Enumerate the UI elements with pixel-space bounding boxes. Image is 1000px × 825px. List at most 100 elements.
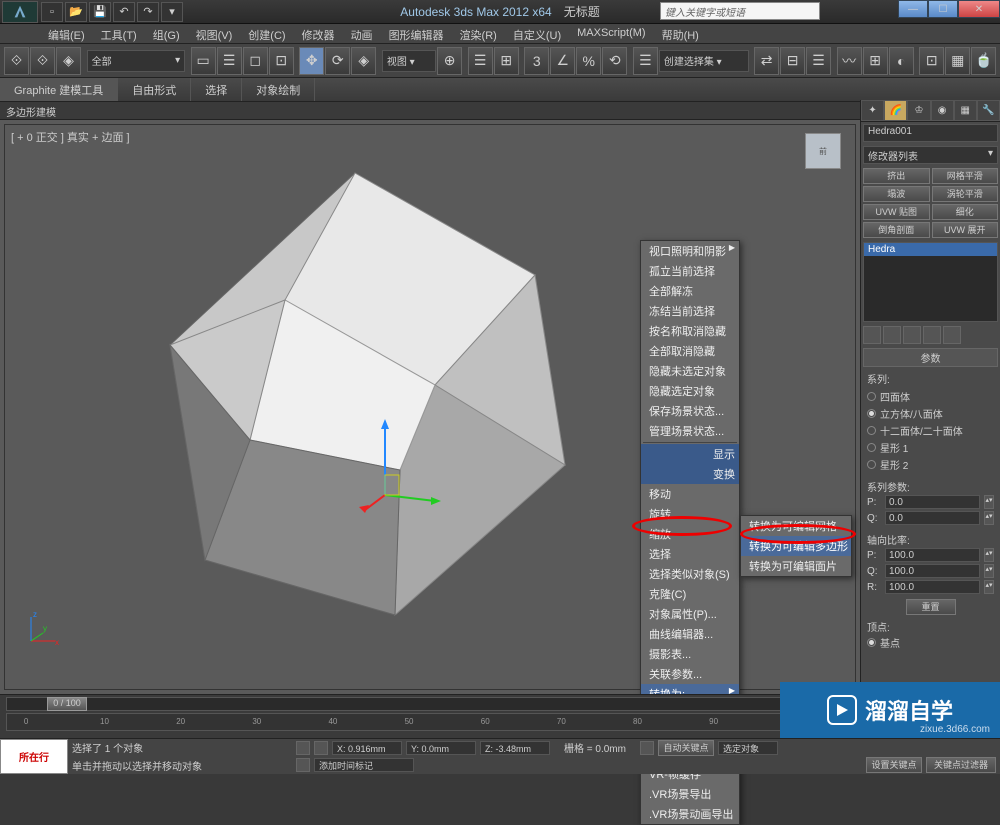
transform-gizmo[interactable]: [355, 415, 445, 515]
tb-spinsnap[interactable]: ⟲: [602, 47, 627, 75]
mod-collapse[interactable]: 塌波: [863, 186, 930, 202]
coord-y[interactable]: Y: 0.0mm: [406, 741, 476, 755]
qat-redo[interactable]: ↷: [137, 2, 159, 22]
menu-help[interactable]: 帮助(H): [654, 24, 707, 43]
coord-z[interactable]: Z: -3.48mm: [480, 741, 550, 755]
time-ruler[interactable]: 0102030 40506070 8090100: [6, 713, 854, 731]
ctx-hide-unsel[interactable]: 隐藏未选定对象: [641, 361, 739, 381]
menu-maxscript[interactable]: MAXScript(M): [569, 24, 653, 43]
menu-customize[interactable]: 自定义(U): [505, 24, 569, 43]
tb-select[interactable]: ▭: [191, 47, 216, 75]
absolute-icon[interactable]: [314, 741, 328, 755]
tb-rotate[interactable]: ⟳: [325, 47, 350, 75]
ctx-viewport-lighting[interactable]: 视口照明和阴影: [641, 241, 739, 261]
stack-hedra[interactable]: Hedra: [864, 243, 997, 256]
coord-x[interactable]: X: 0.916mm: [332, 741, 402, 755]
tb-schematic[interactable]: ⊞: [863, 47, 888, 75]
mod-bevel[interactable]: 倒角剖面: [863, 222, 930, 238]
param-p[interactable]: 0.0: [885, 495, 980, 509]
stack-config[interactable]: [943, 326, 961, 344]
time-slider-thumb[interactable]: 0 / 100: [47, 697, 87, 711]
setkey-button[interactable]: 设置关键点: [866, 757, 922, 773]
tb-align[interactable]: ⊟: [780, 47, 805, 75]
rollout-parameters[interactable]: 参数: [863, 348, 998, 367]
menu-edit[interactable]: 编辑(E): [40, 24, 93, 43]
tb-selname[interactable]: ☰: [217, 47, 242, 75]
tb-bind[interactable]: ◈: [56, 47, 81, 75]
ctx-unhide-name[interactable]: 按名称取消隐藏: [641, 321, 739, 341]
axis-q[interactable]: 100.0: [885, 564, 980, 578]
add-marker[interactable]: 添加时间标记: [314, 758, 414, 772]
qat-new[interactable]: ▫: [41, 2, 63, 22]
tb-selrect[interactable]: ◻: [243, 47, 268, 75]
cp-tab-utilities[interactable]: 🔧: [977, 100, 1000, 121]
stack-unique[interactable]: [903, 326, 921, 344]
menu-animation[interactable]: 动画: [343, 24, 381, 43]
vertex-basic[interactable]: 基点: [867, 634, 994, 651]
ctx-isolate[interactable]: 孤立当前选择: [641, 261, 739, 281]
mod-extrude[interactable]: 挤出: [863, 168, 930, 184]
tb-manip[interactable]: ☰: [468, 47, 493, 75]
convert-poly[interactable]: 转换为可编辑多边形: [741, 536, 851, 556]
stack-showend[interactable]: [883, 326, 901, 344]
family-cube[interactable]: 立方体/八面体: [867, 405, 994, 422]
tb-asnap[interactable]: ∠: [550, 47, 575, 75]
app-menu-icon[interactable]: [2, 1, 38, 23]
ctx-dope-sheet[interactable]: 摄影表...: [641, 644, 739, 664]
ribbon-tab-paint[interactable]: 对象绘制: [242, 78, 315, 101]
script-status[interactable]: 所在行: [0, 739, 68, 774]
cp-tab-display[interactable]: ▦: [954, 100, 977, 121]
tb-mirror[interactable]: ⇄: [754, 47, 779, 75]
convert-patch[interactable]: 转换为可编辑面片: [741, 556, 851, 576]
param-q[interactable]: 0.0: [885, 511, 980, 525]
family-star1[interactable]: 星形 1: [867, 439, 994, 456]
cp-tab-modify[interactable]: 🌈: [884, 100, 907, 121]
menu-group[interactable]: 组(G): [145, 24, 188, 43]
stack-remove[interactable]: [923, 326, 941, 344]
object-name-field[interactable]: Hedra001: [863, 124, 998, 142]
qat-undo[interactable]: ↶: [113, 2, 135, 22]
tb-window[interactable]: ⊡: [269, 47, 294, 75]
menu-modifiers[interactable]: 修改器: [294, 24, 343, 43]
tb-keymode[interactable]: ⊞: [494, 47, 519, 75]
tb-link[interactable]: ⟐: [4, 47, 29, 75]
tb-psnap[interactable]: %: [576, 47, 601, 75]
help-search[interactable]: 键入关键字或短语: [660, 2, 820, 20]
axis-p[interactable]: 100.0: [885, 548, 980, 562]
mod-uvwmap[interactable]: UVW 贴图: [863, 204, 930, 220]
named-selset[interactable]: 创建选择集 ▾: [659, 50, 749, 72]
ctx-move[interactable]: 移动: [641, 484, 739, 504]
tb-namedsel[interactable]: ☰: [633, 47, 658, 75]
tb-render[interactable]: 🍵: [971, 47, 996, 75]
key-icon[interactable]: [640, 741, 654, 755]
tb-material[interactable]: ◐: [889, 47, 914, 75]
menu-graph[interactable]: 图形编辑器: [381, 24, 452, 43]
axis-r[interactable]: 100.0: [885, 580, 980, 594]
qat-more[interactable]: ▾: [161, 2, 183, 22]
mod-unwrap[interactable]: UVW 展开: [932, 222, 999, 238]
family-dodeca[interactable]: 十二面体/二十面体: [867, 422, 994, 439]
cp-tab-motion[interactable]: ◉: [931, 100, 954, 121]
ctx-rotate[interactable]: 旋转: [641, 504, 739, 524]
viewcube[interactable]: 前: [805, 133, 841, 169]
autokey-button[interactable]: 自动关键点: [658, 740, 714, 756]
tb-move[interactable]: ✥: [299, 47, 324, 75]
ctx-freeze[interactable]: 冻结当前选择: [641, 301, 739, 321]
mod-meshsmooth[interactable]: 网格平滑: [932, 168, 999, 184]
qat-open[interactable]: 📂: [65, 2, 87, 22]
tb-scale[interactable]: ◈: [351, 47, 376, 75]
mod-turbosmooth[interactable]: 涡轮平滑: [932, 186, 999, 202]
ctx-vr-scene-anim[interactable]: .VR场景动画导出: [641, 804, 739, 824]
tb-rendsetup[interactable]: ⊡: [919, 47, 944, 75]
reset-button[interactable]: 重置: [906, 599, 956, 615]
tb-rendframe[interactable]: ▦: [945, 47, 970, 75]
mod-tessellate[interactable]: 细化: [932, 204, 999, 220]
lock-icon[interactable]: [296, 741, 310, 755]
modifier-list[interactable]: 修改器列表▾: [863, 146, 998, 164]
ctx-obj-props[interactable]: 对象属性(P)...: [641, 604, 739, 624]
close-button[interactable]: ✕: [958, 0, 1000, 18]
stack-pin[interactable]: [863, 326, 881, 344]
ribbon-tab-select[interactable]: 选择: [191, 78, 242, 101]
family-star2[interactable]: 星形 2: [867, 456, 994, 473]
menu-view[interactable]: 视图(V): [188, 24, 241, 43]
